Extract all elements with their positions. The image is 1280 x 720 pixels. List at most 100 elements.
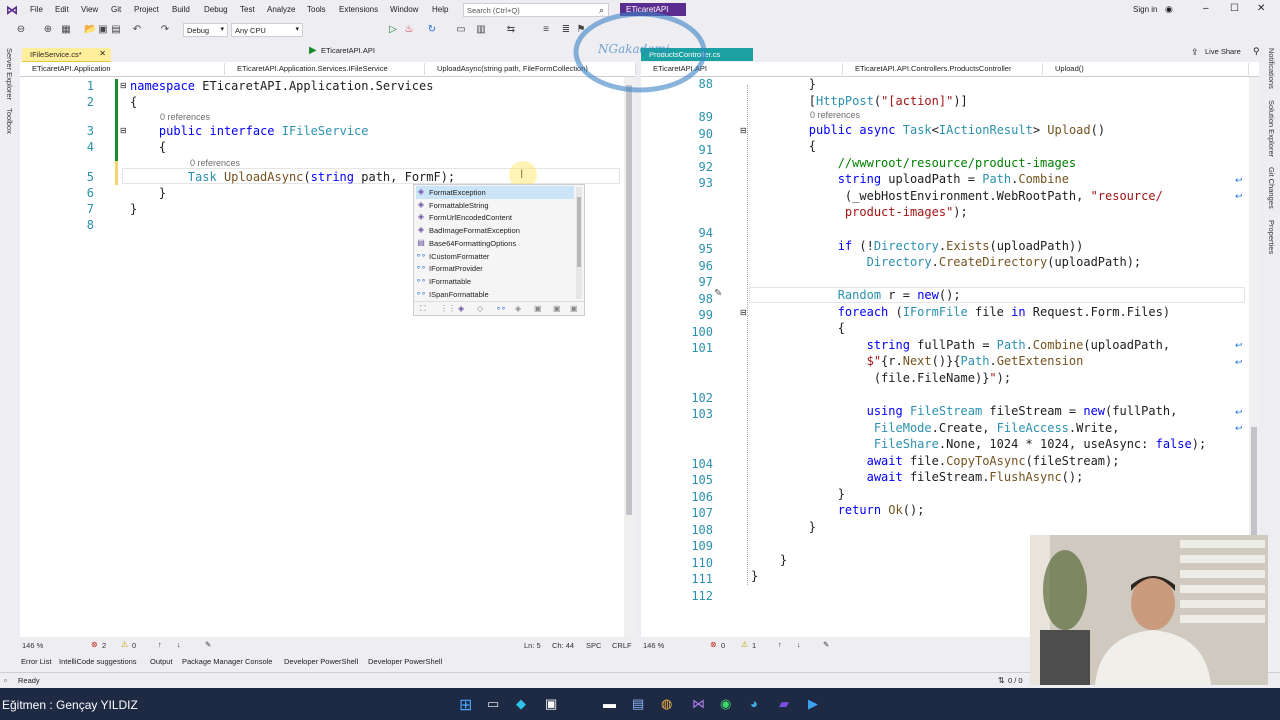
filter-icon[interactable]: ▣ — [534, 304, 542, 313]
start-without-debug-icon[interactable]: ▷ — [387, 24, 399, 36]
menu-help[interactable]: Help — [432, 5, 448, 14]
completion-item[interactable]: ∘∘ ISpanFormattable — [416, 288, 574, 301]
forward-icon[interactable]: ⊕ — [42, 24, 54, 36]
whitespace-mode[interactable]: SPC — [586, 641, 601, 650]
windows-start-icon[interactable]: ⊞ — [459, 695, 472, 715]
zoom-level[interactable]: 146 % — [643, 641, 664, 650]
collapse-icon[interactable]: ⊟ — [120, 81, 127, 90]
down-arrow-icon[interactable]: ↓ — [177, 640, 181, 649]
breakpoint-hint-icon[interactable]: ✎ — [714, 288, 722, 299]
up-arrow-icon[interactable]: ↑ — [778, 640, 782, 649]
play-icon[interactable]: ▶ — [309, 45, 317, 56]
zoom-level[interactable]: 146 % — [22, 641, 43, 650]
up-arrow-icon[interactable]: ↑ — [158, 640, 162, 649]
filter-icon[interactable]: ⋮⋮ — [440, 304, 456, 313]
tab-ifileservice[interactable]: IFileService.cs* ✕ — [22, 48, 111, 63]
brush-icon[interactable]: ✎ — [205, 640, 211, 649]
completion-item[interactable]: ∘∘ IFormattable — [416, 275, 574, 288]
account-icon[interactable]: ◉ — [1165, 4, 1173, 15]
save-icon[interactable]: ▣ — [97, 24, 109, 36]
refresh-icon[interactable]: ↻ — [426, 24, 438, 36]
filter-icon[interactable]: ▣ — [570, 304, 578, 313]
filter-icon[interactable]: ◇ — [477, 304, 483, 313]
undo-icon[interactable]: ↶ — [131, 24, 143, 36]
warning-count[interactable]: 0 — [132, 641, 136, 650]
sign-in-link[interactable]: Sign in — [1133, 5, 1157, 14]
store-icon[interactable]: ▣ — [545, 696, 557, 712]
tab-output[interactable]: Output — [150, 657, 173, 666]
menu-edit[interactable]: Edit — [55, 5, 69, 14]
left-code-editor[interactable]: 1 2 3 4 5 6 7 8 ⊟ ⊟ namespace ETicaretAP… — [20, 77, 626, 637]
task-view-icon[interactable]: ◆ — [516, 696, 526, 712]
scroll-thumb[interactable] — [577, 197, 581, 267]
filter-icon[interactable]: ∘∘ — [496, 304, 506, 313]
platform-select[interactable]: Any CPU ▾ — [231, 23, 303, 37]
project-dropdown[interactable]: ETicaretAPI.Application — [20, 63, 225, 75]
down-arrow-icon[interactable]: ↓ — [797, 640, 801, 649]
scroll-thumb[interactable] — [626, 85, 632, 515]
warning-count[interactable]: 1 — [752, 641, 756, 650]
minimize-icon[interactable]: – — [1203, 3, 1209, 14]
search-icon[interactable]: ▭ — [487, 696, 499, 712]
filter-icon[interactable]: ◈ — [458, 304, 464, 313]
maximize-icon[interactable]: ☐ — [1230, 3, 1239, 14]
completion-item[interactable]: ▤ Base64FormattingOptions — [416, 237, 574, 250]
tab-package-manager-console[interactable]: Package Manager Console — [182, 657, 272, 666]
completion-item[interactable]: ∘∘ ICustomFormatter — [416, 250, 574, 263]
whatsapp-icon[interactable]: ◉ — [720, 696, 731, 712]
filter-icon[interactable]: ▣ — [553, 304, 561, 313]
server-explorer-tab[interactable]: Server Explorer — [5, 48, 14, 100]
collapse-icon[interactable]: ⊟ — [740, 308, 747, 317]
live-share-button[interactable]: Live Share — [1205, 47, 1241, 56]
app-icon[interactable]: ◍ — [661, 696, 672, 712]
toolbar-icon[interactable]: ▥ — [475, 24, 487, 36]
vscode-icon[interactable]: ▶ — [808, 696, 818, 712]
member-dropdown[interactable]: Upload() — [1043, 63, 1249, 75]
tab-intellicode-suggestions[interactable]: IntelliCode suggestions — [59, 657, 137, 666]
close-icon[interactable]: ✕ — [1257, 3, 1265, 14]
new-project-icon[interactable]: ▦ — [60, 24, 72, 36]
menu-tools[interactable]: Tools — [307, 5, 326, 14]
left-vertical-scrollbar[interactable] — [624, 77, 634, 637]
git-changes-tab[interactable]: Git Changes — [1267, 167, 1276, 209]
collapse-icon[interactable]: ⊟ — [740, 126, 747, 135]
error-count[interactable]: 0 — [721, 641, 725, 650]
redo-icon[interactable]: ↷ — [159, 24, 171, 36]
git-sync-count[interactable]: 0 / 0 — [1008, 676, 1023, 685]
git-sync-icon[interactable]: ⇅ — [998, 676, 1005, 685]
open-icon[interactable]: 📂 — [84, 24, 96, 36]
completion-item[interactable]: ◈ BadImageFormatException — [416, 224, 574, 237]
menu-extensions[interactable]: Extensions — [339, 5, 378, 14]
feedback-icon[interactable]: ⚲ — [1253, 46, 1260, 57]
menu-view[interactable]: View — [81, 5, 98, 14]
properties-tab[interactable]: Properties — [1267, 220, 1276, 254]
toolbar-icon[interactable]: ⇆ — [505, 24, 517, 36]
menu-build[interactable]: Build — [172, 5, 190, 14]
menu-git[interactable]: Git — [111, 5, 121, 14]
visual-studio-icon[interactable]: ⋈ — [692, 696, 705, 712]
share-icon[interactable]: ⇪ — [1191, 47, 1199, 58]
intellisense-popup[interactable]: ◈ FormatException ◈ FormattableString ◈ For… — [413, 184, 585, 316]
intellisense-scrollbar[interactable] — [576, 187, 582, 299]
code-lens-references[interactable]: 0 references — [160, 112, 210, 122]
menu-analyze[interactable]: Analyze — [267, 5, 295, 14]
terminal-icon[interactable]: ▬ — [603, 696, 616, 711]
brush-icon[interactable]: ✎ — [823, 640, 829, 649]
toolbar-icon[interactable]: ▭ — [455, 24, 467, 36]
back-icon[interactable]: ⊖ — [15, 24, 27, 36]
menu-test[interactable]: Test — [240, 5, 255, 14]
collapse-icon[interactable]: ⊟ — [120, 126, 127, 135]
menu-window[interactable]: Window — [390, 5, 418, 14]
code-lens-references[interactable]: 0 references — [810, 110, 860, 120]
filter-icon[interactable]: ◈ — [515, 304, 521, 313]
menu-debug[interactable]: Debug — [204, 5, 228, 14]
completion-item[interactable]: ◈ FormattableString — [416, 199, 574, 212]
tab-developer-powershell-2[interactable]: Developer PowerShell — [368, 657, 442, 666]
filter-icon[interactable]: ⛶ — [420, 304, 426, 314]
completion-item[interactable]: ◈ FormUrlEncodedContent — [416, 211, 574, 224]
tab-developer-powershell[interactable]: Developer PowerShell — [284, 657, 358, 666]
line-ending[interactable]: CRLF — [612, 641, 632, 650]
tab-error-list[interactable]: Error List — [21, 657, 51, 666]
menu-file[interactable]: File — [30, 5, 43, 14]
notifications-tab[interactable]: Notifications — [1267, 48, 1276, 89]
